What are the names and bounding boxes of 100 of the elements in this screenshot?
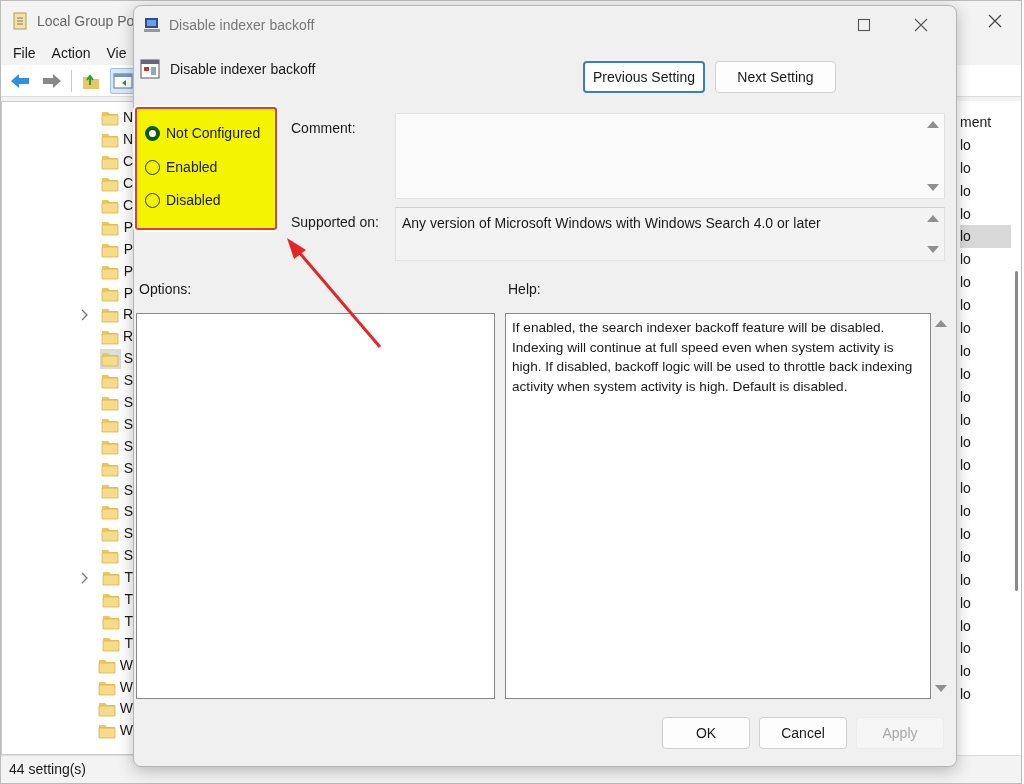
chevron-icon[interactable] xyxy=(80,308,88,321)
table-cell[interactable]: lo xyxy=(960,317,1011,340)
table-cell[interactable]: lo xyxy=(960,523,1011,546)
table-cell[interactable]: lo xyxy=(960,294,1011,317)
status-text: 44 setting(s) xyxy=(9,760,87,779)
table-cell[interactable]: lo xyxy=(960,339,1011,363)
tree-item[interactable]: P xyxy=(2,238,133,261)
tree-item[interactable]: S xyxy=(2,501,133,523)
tree-item[interactable]: P xyxy=(2,260,133,283)
tree-item[interactable]: C xyxy=(2,150,133,173)
table-cell[interactable]: lo xyxy=(960,362,1011,386)
tree-item[interactable]: S xyxy=(2,457,133,480)
tree-item[interactable]: N xyxy=(2,107,133,129)
table-cell[interactable]: lo xyxy=(960,133,1011,157)
tree-item[interactable]: S xyxy=(2,413,133,436)
scroll-up-icon[interactable] xyxy=(926,120,940,129)
setting-icon xyxy=(140,59,160,79)
folder-icon xyxy=(101,547,120,565)
table-cell[interactable]: lo xyxy=(960,179,1011,203)
chevron-icon[interactable] xyxy=(80,571,88,584)
folder-icon xyxy=(101,372,120,390)
folder-icon xyxy=(100,153,119,171)
table-cell[interactable]: lo xyxy=(960,477,1011,501)
radio-button[interactable]: Enabled xyxy=(145,150,218,184)
table-cell[interactable]: lo xyxy=(960,248,1011,272)
back-arrow-icon[interactable] xyxy=(10,71,30,90)
ok-button[interactable]: OK xyxy=(662,717,750,749)
table-cell[interactable]: lo xyxy=(960,271,1011,295)
section-label: Help: xyxy=(508,280,541,299)
tree-item[interactable]: S xyxy=(2,522,133,545)
maximize-icon[interactable] xyxy=(857,18,871,32)
tree-item[interactable]: R xyxy=(2,304,133,326)
scroll-down-icon[interactable] xyxy=(926,245,940,254)
folder-icon xyxy=(100,175,119,193)
tree-item[interactable]: W xyxy=(2,676,133,699)
tree-item[interactable]: S xyxy=(2,347,133,370)
tree-item[interactable]: T xyxy=(2,610,133,633)
radio-button[interactable]: Disabled xyxy=(145,184,221,218)
tree-item[interactable]: W xyxy=(2,654,133,677)
table-cell[interactable]: lo xyxy=(960,156,1011,180)
table-cell[interactable]: lo xyxy=(960,385,1011,409)
computer-icon xyxy=(143,16,161,34)
folder-icon xyxy=(100,109,119,127)
forward-arrow-icon[interactable] xyxy=(42,71,62,90)
setting-title: Disable indexer backoff xyxy=(170,60,316,79)
scrollbar-thumb[interactable] xyxy=(1014,271,1018,591)
tree-item[interactable]: C xyxy=(2,194,133,217)
menu-item[interactable]: Vie xyxy=(106,42,127,64)
table-cell[interactable]: lo xyxy=(960,614,1011,638)
tree-item[interactable]: P xyxy=(2,216,133,239)
table-cell[interactable]: lo xyxy=(960,202,1011,226)
folder-icon xyxy=(98,722,117,740)
tree-item[interactable]: C xyxy=(2,172,133,195)
table-cell[interactable]: lo xyxy=(960,431,1011,455)
folder-icon xyxy=(101,503,120,521)
scroll-down-icon[interactable] xyxy=(934,684,948,693)
table-cell[interactable]: lo xyxy=(960,500,1011,524)
table-cell[interactable]: lo xyxy=(960,591,1011,615)
tree-item[interactable]: W xyxy=(2,698,133,720)
folder-icon xyxy=(101,591,120,609)
table-cell[interactable]: lo xyxy=(960,683,1011,707)
table-cell[interactable]: lo xyxy=(960,660,1011,684)
table-cell[interactable]: lo xyxy=(960,225,1011,249)
supported-platforms-text: Any version of Microsoft Windows with Windows Search 4.0 or later xyxy=(401,214,822,233)
tree-item[interactable]: S xyxy=(2,544,133,567)
menu-item[interactable]: File xyxy=(13,42,36,64)
cancel-button[interactable]: Cancel xyxy=(759,717,847,749)
section-label: Options: xyxy=(139,280,193,299)
table-cell[interactable]: lo xyxy=(960,637,1011,661)
close-icon[interactable] xyxy=(987,13,1003,29)
tree-item[interactable]: T xyxy=(2,588,133,611)
tree-item[interactable]: N xyxy=(2,128,133,151)
tree-item[interactable]: S xyxy=(2,391,133,414)
tree-item[interactable]: S xyxy=(2,369,133,392)
table-cell[interactable]: lo xyxy=(960,545,1011,569)
tree-item[interactable]: P xyxy=(2,282,133,304)
tree-item[interactable]: W xyxy=(2,719,133,742)
column-header[interactable]: ment xyxy=(960,111,992,133)
pane-toggle-icon[interactable] xyxy=(113,71,133,90)
tree-item[interactable]: S xyxy=(2,479,133,502)
previous-setting-button[interactable]: Previous Setting xyxy=(583,61,705,93)
tree-item[interactable]: T xyxy=(2,566,133,589)
table-cell[interactable]: lo xyxy=(960,408,1011,432)
folder-icon xyxy=(98,700,117,718)
table-cell[interactable]: lo xyxy=(960,568,1011,592)
close-icon[interactable] xyxy=(914,18,928,32)
tree-item[interactable]: S xyxy=(2,435,133,458)
next-setting-button[interactable]: Next Setting xyxy=(715,61,836,93)
menu-item[interactable]: Action xyxy=(51,42,91,64)
scroll-up-icon[interactable] xyxy=(934,319,948,328)
comment-field[interactable] xyxy=(395,113,945,199)
folder-icon xyxy=(101,525,120,543)
radio-button[interactable]: Not Configured xyxy=(145,117,261,151)
scroll-up-icon[interactable] xyxy=(926,214,940,223)
table-cell[interactable]: lo xyxy=(960,454,1011,478)
scroll-down-icon[interactable] xyxy=(926,183,940,192)
tree-item[interactable]: T xyxy=(2,632,133,655)
folder-icon xyxy=(101,394,120,411)
tree-item[interactable]: R xyxy=(2,325,133,348)
dialog-title: Disable indexer backoff xyxy=(169,15,315,35)
